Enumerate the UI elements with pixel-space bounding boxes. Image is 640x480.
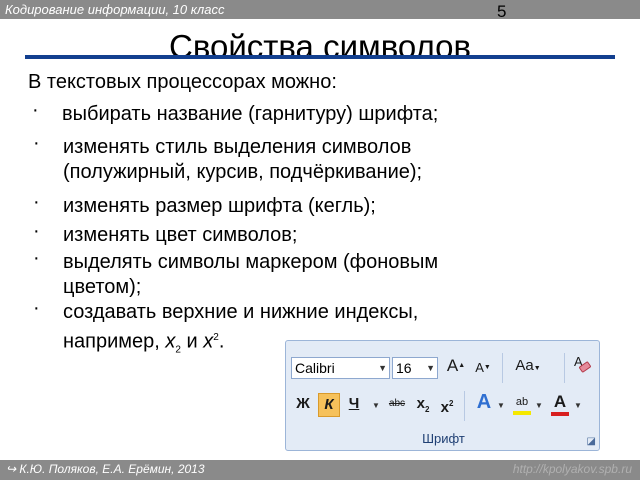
- authors-value: К.Ю. Поляков, Е.А. Ерёмин, 2013: [19, 462, 205, 476]
- superscript-button[interactable]: x2: [437, 393, 457, 417]
- course-title: Кодирование информации, 10 класс: [5, 2, 225, 17]
- grow-font-button[interactable]: A▲: [444, 355, 468, 379]
- change-case-icon: Aa: [515, 357, 534, 374]
- bullet-font-name: · выбирать название (гарнитуру) шрифта;: [32, 99, 439, 127]
- text-effects-dropdown-icon[interactable]: ▼: [497, 401, 505, 410]
- authors-text: ↪ К.Ю. Поляков, Е.А. Ерёмин, 2013: [6, 462, 205, 476]
- bullet-text: цветом);: [63, 276, 142, 298]
- font-size-value: 16: [396, 360, 412, 376]
- dialog-launcher-icon[interactable]: ◪: [587, 436, 596, 447]
- superscript-example-base: x: [203, 330, 214, 353]
- subscript-button[interactable]: x2: [413, 393, 433, 417]
- highlight-button[interactable]: ab: [511, 391, 533, 417]
- text-effects-button[interactable]: A: [473, 391, 495, 417]
- bullet-text: (полужирный, курсив, подчёркивание);: [63, 161, 423, 183]
- bullet-text: изменять цвет символов;: [63, 224, 298, 246]
- bullet-text: и: [180, 330, 204, 353]
- bullet-marker: ·: [33, 191, 40, 213]
- footer-bar: ↪ К.Ю. Поляков, Е.А. Ерёмин, 2013 http:/…: [0, 460, 640, 480]
- ribbon-separator: [464, 391, 465, 421]
- bold-button[interactable]: Ж: [293, 393, 313, 417]
- font-name-value: Calibri: [295, 360, 335, 376]
- grow-font-icon: A: [446, 356, 459, 375]
- clear-formatting-icon: A: [574, 354, 591, 373]
- font-color-icon: A: [553, 392, 567, 411]
- subscript-mark: 2: [424, 405, 430, 414]
- intro-text: В текстовых процессорах можно:: [28, 71, 337, 93]
- change-case-button[interactable]: Aa▼: [510, 355, 546, 379]
- header-bar: Кодирование информации, 10 класс: [0, 0, 640, 19]
- font-size-combobox[interactable]: 16 ▼: [392, 357, 438, 379]
- font-color-dropdown-icon[interactable]: ▼: [574, 401, 582, 410]
- bullet-text: изменять стиль выделения символов: [63, 136, 412, 158]
- highlight-dropdown-icon[interactable]: ▼: [535, 401, 543, 410]
- bullet-marker: ·: [32, 99, 39, 121]
- dropdown-arrow-icon[interactable]: ▼: [426, 358, 435, 378]
- highlighter-icon: ab: [515, 396, 529, 408]
- title-underline: [25, 55, 615, 59]
- bullet-text: .: [218, 330, 225, 353]
- shrink-font-button[interactable]: A▼: [472, 357, 494, 379]
- bullet-marker: ·: [33, 297, 40, 319]
- arrow-icon: ↪: [6, 462, 20, 476]
- bullet-font-size: · изменять размер шрифта (кегль);: [33, 191, 376, 219]
- subscript-icon: x: [416, 395, 425, 412]
- bullet-text: например,: [63, 330, 166, 353]
- bullet-font-color: · изменять цвет символов;: [33, 220, 298, 248]
- page-number: 5: [497, 2, 507, 21]
- caret-down-icon: ▼: [483, 364, 491, 371]
- bullet-text: выбирать название (гарнитуру) шрифта;: [62, 103, 439, 125]
- strikethrough-button[interactable]: abc: [385, 393, 409, 417]
- bullet-text: изменять размер шрифта (кегль);: [63, 195, 376, 217]
- caret-up-icon: ▲: [458, 362, 466, 369]
- font-color-button[interactable]: A: [549, 391, 571, 417]
- subscript-example-base: x: [165, 330, 176, 353]
- dropdown-arrow-icon[interactable]: ▼: [378, 358, 387, 378]
- bullet-text: создавать верхние и нижние индексы,: [63, 301, 419, 323]
- ribbon-separator: [502, 353, 503, 383]
- bullet-highlight: · выделять символы маркером (фоновым цве…: [33, 247, 439, 300]
- bullet-marker: ·: [33, 220, 40, 242]
- dropdown-arrow-icon: ▼: [533, 365, 541, 372]
- bullet-text: выделять символы маркером (фоновым: [63, 251, 439, 273]
- bullet-font-style: · изменять стиль выделения символов (пол…: [33, 132, 423, 185]
- font-color-bar: [551, 412, 569, 416]
- font-ribbon-group: Calibri ▼ 16 ▼ A▲ A▼ Aa▼ A Ж К Ч ▼ abc x…: [285, 340, 600, 451]
- shrink-font-icon: A: [475, 360, 484, 375]
- bullet-marker: ·: [33, 247, 40, 269]
- highlight-color-bar: [513, 411, 531, 415]
- underline-button[interactable]: Ч: [346, 393, 362, 417]
- ribbon-separator: [564, 353, 565, 383]
- superscript-mark: 2: [448, 399, 454, 408]
- superscript-icon: x: [440, 399, 449, 416]
- italic-button[interactable]: К: [318, 393, 340, 417]
- slide-title: Свойства символов: [169, 28, 471, 65]
- clear-formatting-button[interactable]: A: [571, 353, 593, 379]
- site-link[interactable]: http://kpolyakov.spb.ru: [513, 462, 632, 476]
- underline-dropdown-icon[interactable]: ▼: [372, 401, 380, 410]
- bullet-marker: ·: [33, 132, 40, 154]
- font-name-combobox[interactable]: Calibri ▼: [291, 357, 390, 379]
- ribbon-group-label: Шрифт: [422, 431, 465, 446]
